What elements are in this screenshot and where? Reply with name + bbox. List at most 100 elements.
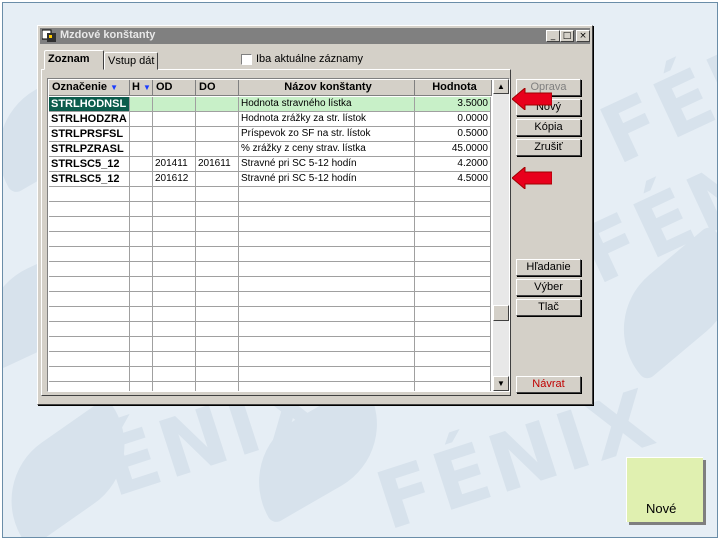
cell-value — [415, 292, 491, 307]
column-header-h-label: H — [132, 81, 140, 93]
cell-name — [239, 217, 415, 232]
cell-code: STRLPZRASL — [49, 142, 130, 157]
column-header-hodnota[interactable]: Hodnota — [415, 80, 492, 96]
cell-h — [130, 217, 153, 232]
empty-table-row[interactable] — [49, 292, 491, 307]
tlac-button[interactable]: Tlač — [516, 299, 581, 316]
cell-h — [130, 112, 153, 127]
cell-od — [153, 142, 196, 157]
scroll-down-button[interactable]: ▼ — [493, 376, 509, 391]
table-row[interactable]: STRLHODNSL Hodnota stravného lístka 3.5000 — [49, 97, 491, 112]
cell-name: % zrážky z ceny strav. lístka — [239, 142, 415, 157]
cell-code — [49, 352, 130, 367]
empty-table-row[interactable] — [49, 217, 491, 232]
tab-vstup-dat[interactable]: Vstup dát — [104, 52, 158, 70]
cell-name — [239, 382, 415, 391]
empty-table-row[interactable] — [49, 277, 491, 292]
cell-h — [130, 247, 153, 262]
empty-table-row[interactable] — [49, 322, 491, 337]
cell-code: STRLHODZRA — [49, 112, 130, 127]
cell-code — [49, 247, 130, 262]
zrusit-button[interactable]: Zrušiť — [516, 139, 581, 156]
current-records-checkbox[interactable] — [241, 54, 252, 65]
cell-code — [49, 277, 130, 292]
cell-name: Stravné pri SC 5-12 hodín — [239, 172, 415, 187]
cell-code: STRLPRSFSL — [49, 127, 130, 142]
cell-value — [415, 262, 491, 277]
column-header-nazov[interactable]: Názov konštanty — [239, 80, 415, 96]
close-button[interactable]: × — [576, 30, 590, 42]
cell-name — [239, 232, 415, 247]
empty-table-row[interactable] — [49, 367, 491, 382]
cell-od — [153, 307, 196, 322]
table-row[interactable]: STRLHODZRA Hodnota zrážky za str. lístok 0… — [49, 112, 491, 127]
empty-table-row[interactable] — [49, 382, 491, 391]
cell-od — [153, 187, 196, 202]
cell-value — [415, 352, 491, 367]
cell-name: Stravné pri SC 5-12 hodín — [239, 157, 415, 172]
sort-down-icon: ▼ — [143, 83, 151, 92]
navrat-button[interactable]: Návrat — [516, 376, 581, 393]
maximize-button[interactable]: □ — [560, 30, 574, 42]
empty-table-row[interactable] — [49, 232, 491, 247]
kopia-button[interactable]: Kópia — [516, 119, 581, 136]
vyber-button[interactable]: Výber — [516, 279, 581, 296]
cell-code — [49, 232, 130, 247]
cell-name — [239, 262, 415, 277]
cell-h — [130, 367, 153, 382]
cell-name — [239, 307, 415, 322]
cell-name — [239, 187, 415, 202]
table-row[interactable]: STRLSC5_12 201411 201611 Stravné pri SC 5-1… — [49, 157, 491, 172]
cell-od — [153, 217, 196, 232]
cell-h — [130, 292, 153, 307]
column-header-od[interactable]: OD — [153, 80, 196, 96]
cell-code — [49, 322, 130, 337]
cell-do — [196, 172, 239, 187]
cell-value: 3.5000 — [415, 97, 491, 112]
empty-table-row[interactable] — [49, 262, 491, 277]
cell-do — [196, 367, 239, 382]
sort-down-icon: ▼ — [110, 83, 119, 92]
cell-od — [153, 367, 196, 382]
minimize-button[interactable]: _ — [546, 30, 560, 42]
scroll-thumb[interactable] — [493, 305, 509, 321]
app-icon — [42, 29, 56, 42]
cell-code — [49, 217, 130, 232]
empty-table-row[interactable] — [49, 247, 491, 262]
table-row[interactable]: STRLPRSFSL Príspevok zo SF na str. lístok… — [49, 127, 491, 142]
cell-do — [196, 187, 239, 202]
cell-value — [415, 232, 491, 247]
table-row[interactable]: STRLSC5_12 201612 Stravné pri SC 5-12 hodí… — [49, 172, 491, 187]
cell-name — [239, 337, 415, 352]
cell-h — [130, 172, 153, 187]
cell-do — [196, 232, 239, 247]
cell-value — [415, 307, 491, 322]
table-row[interactable]: STRLPZRASL % zrážky z ceny strav. lístka 4… — [49, 142, 491, 157]
column-header-h[interactable]: H ▼ — [130, 80, 153, 96]
cell-od — [153, 322, 196, 337]
empty-table-row[interactable] — [49, 307, 491, 322]
tab-zoznam[interactable]: Zoznam — [44, 50, 104, 70]
title-bar[interactable]: Mzdové konštanty _ □ × — [40, 28, 590, 44]
cell-od — [153, 127, 196, 142]
cell-od — [153, 382, 196, 391]
cell-do — [196, 292, 239, 307]
scroll-up-button[interactable]: ▲ — [493, 79, 509, 94]
column-header-do[interactable]: DO — [196, 80, 239, 96]
cell-code — [49, 202, 130, 217]
empty-table-row[interactable] — [49, 337, 491, 352]
cell-value — [415, 247, 491, 262]
empty-table-row[interactable] — [49, 352, 491, 367]
cell-do — [196, 262, 239, 277]
cell-value: 4.2000 — [415, 157, 491, 172]
cell-name — [239, 292, 415, 307]
cell-value — [415, 202, 491, 217]
grid-scrollbar[interactable]: ▲ ▼ — [493, 79, 509, 391]
column-header-oznacenie[interactable]: Označenie ▼ — [49, 80, 130, 96]
empty-table-row[interactable] — [49, 187, 491, 202]
cell-h — [130, 202, 153, 217]
hladanie-button[interactable]: Hľadanie — [516, 259, 581, 276]
empty-table-row[interactable] — [49, 202, 491, 217]
cell-od — [153, 202, 196, 217]
cell-value — [415, 382, 491, 391]
